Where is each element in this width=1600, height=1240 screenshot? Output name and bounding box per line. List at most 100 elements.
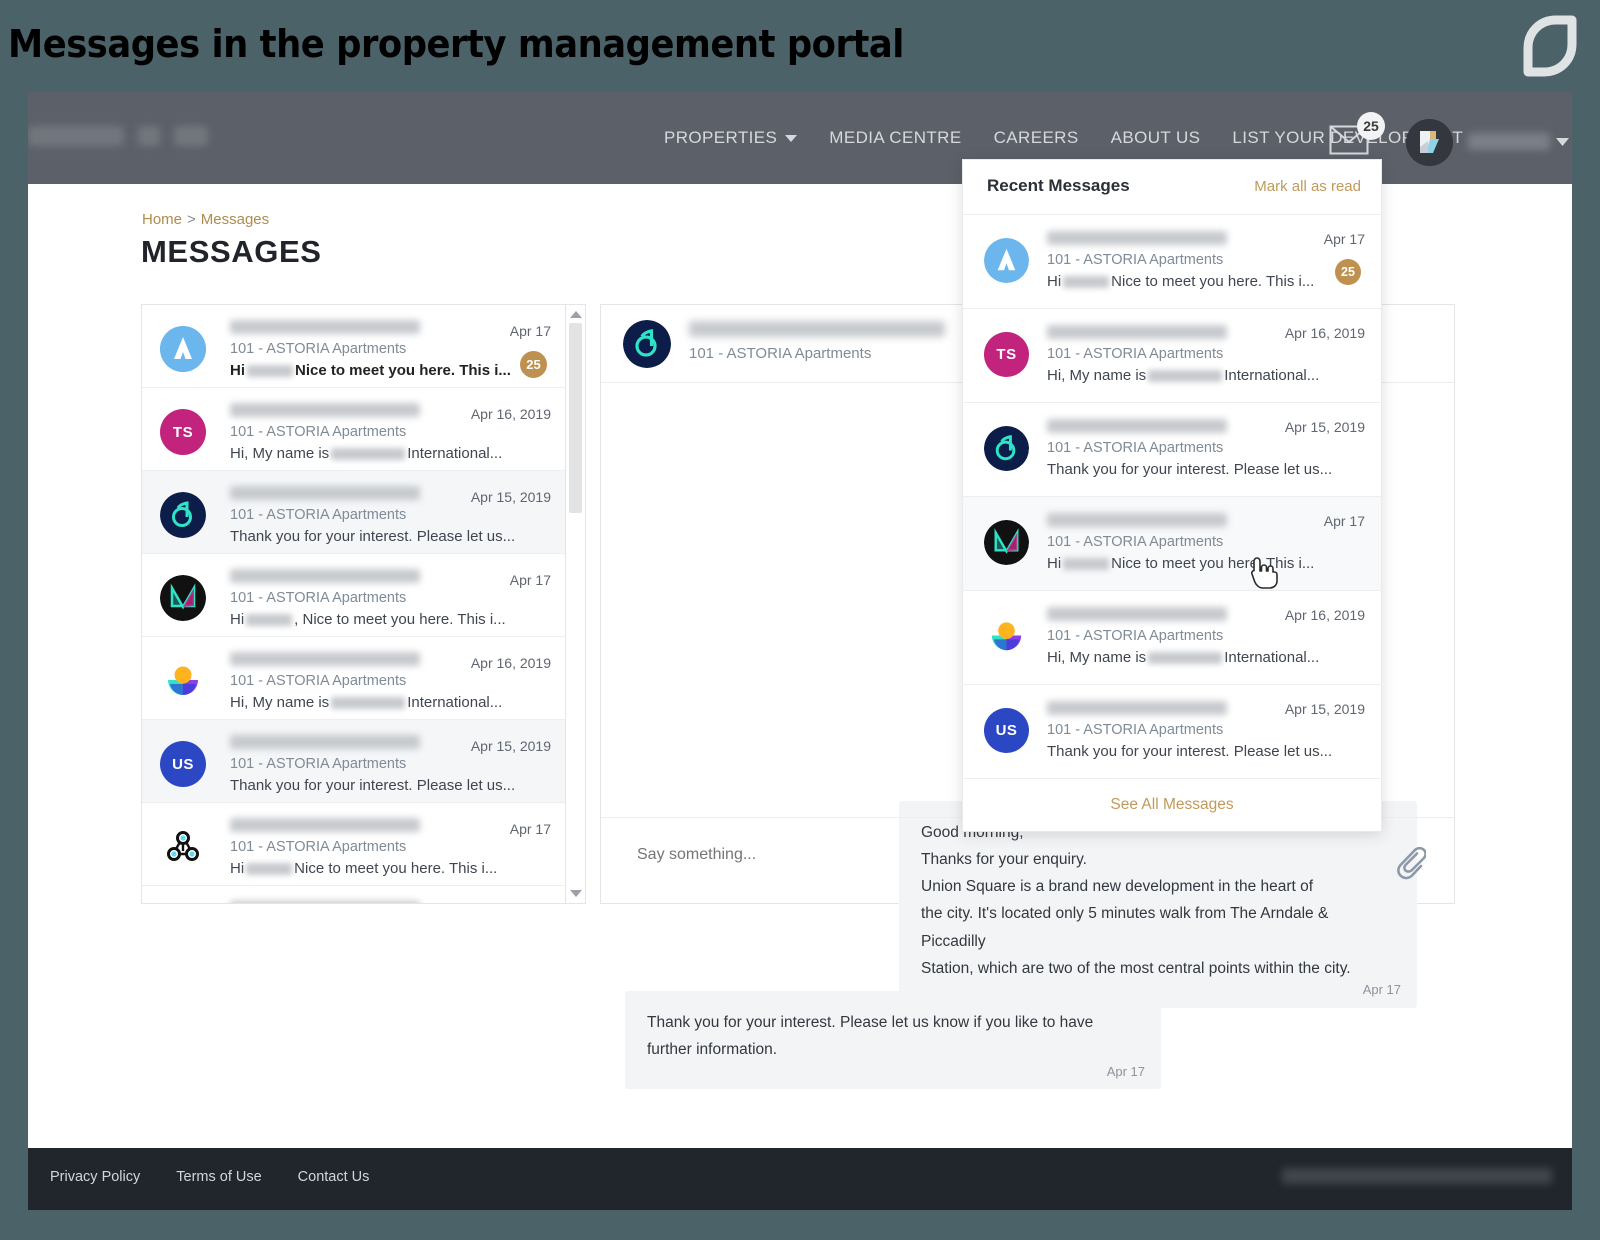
nav-item-about-us[interactable]: ABOUT US	[1095, 128, 1217, 148]
dropdown-title: Recent Messages	[987, 176, 1130, 195]
preview-suffix: Nice to meet you here. This i...	[294, 860, 498, 877]
dropdown-message-item[interactable]: 101 - ASTORIA Apartments Thank you for y…	[963, 403, 1381, 497]
message-preview: Hi, My name is International...	[1047, 367, 1319, 384]
breadcrumb-current[interactable]: Messages	[201, 211, 269, 228]
message-line: Station, which are two of the most centr…	[921, 959, 1351, 977]
redacted-name	[247, 365, 293, 378]
nav-item-properties[interactable]: PROPERTIES	[648, 128, 813, 148]
message-date: Apr 17	[509, 572, 551, 588]
leaf-logo-icon	[1523, 15, 1577, 77]
dropdown-message-item[interactable]: TS 101 - ASTORIA Apartments Hi, My name …	[963, 309, 1381, 403]
nav-item-careers[interactable]: CAREERS	[978, 128, 1095, 148]
footer-link-privacy-policy[interactable]: Privacy Policy	[50, 1169, 140, 1185]
sender-name	[1047, 701, 1227, 715]
message-subtitle: 101 - ASTORIA Apartments	[1047, 440, 1224, 456]
sender-name	[230, 735, 420, 749]
sender-name	[230, 320, 420, 334]
preview-suffix: Nice to meet you here. This i...	[1111, 273, 1315, 290]
portal-page: PROPERTIES MEDIA CENTRE CAREERS ABOUT US…	[28, 92, 1572, 1210]
paperclip-icon[interactable]	[1390, 842, 1426, 882]
message-content: 101 - ASTORIA Apartments Hi Nice to meet …	[230, 320, 551, 379]
message-date: Apr 17	[509, 323, 551, 339]
message-subtitle: 101 - ASTORIA Apartments	[230, 424, 407, 440]
message-preview: Thank you for your interest. Please let …	[1047, 461, 1333, 478]
message-list-item[interactable]: US 101 - ASTORIA Apartments Thank you fo…	[142, 720, 565, 803]
chevron-down-icon[interactable]	[1556, 138, 1569, 146]
nav-item-media-centre[interactable]: MEDIA CENTRE	[813, 128, 977, 148]
message-list-item[interactable]: 101 - ASTORIA Apartments Hi Nice to meet …	[142, 803, 565, 886]
dropdown-message-item[interactable]: US 101 - ASTORIA Apartments Thank you fo…	[963, 685, 1381, 779]
redacted-name	[246, 614, 293, 627]
redacted-name	[331, 697, 406, 710]
nav-label: PROPERTIES	[664, 128, 778, 147]
page-title: MESSAGES	[141, 234, 322, 269]
footer-link-contact-us[interactable]: Contact Us	[298, 1169, 370, 1185]
avatar-initials-text: TS	[172, 423, 194, 441]
message-preview: Hi, My name is International...	[1047, 649, 1319, 666]
mark-all-as-read-button[interactable]: Mark all as read	[1254, 178, 1361, 195]
redacted-name	[331, 448, 406, 461]
scroll-up-arrow-icon[interactable]	[570, 311, 582, 318]
avatar-initials-text: TS	[996, 346, 1017, 363]
preview-suffix: International...	[407, 445, 503, 462]
message-list-scrollbar[interactable]	[566, 304, 586, 904]
message-date: Apr 16, 2019	[1284, 607, 1365, 623]
preview-prefix: Hi	[230, 860, 245, 877]
brand-word-2	[138, 126, 160, 146]
footer-copyright	[1282, 1168, 1552, 1184]
message-subtitle: 101 - ASTORIA Apartments	[230, 839, 407, 855]
message-input[interactable]	[637, 846, 1337, 864]
message-list-item[interactable]: 101 - ASTORIA Apartments Hi , Nice to mee…	[142, 554, 565, 637]
dropdown-message-item[interactable]: 101 - ASTORIA Apartments Hi, My name is I…	[963, 591, 1381, 685]
sender-name	[230, 652, 420, 666]
screenshot-banner: Messages in the property management port…	[0, 0, 1600, 92]
avatar-logo-m-icon	[160, 575, 206, 621]
avatar-logo-sun-icon	[160, 658, 206, 704]
message-list-item[interactable]: 101 - ASTORIA Apartments Hi Nice to meet …	[142, 305, 565, 388]
scrollbar-thumb[interactable]	[569, 323, 582, 513]
message-list[interactable]: 101 - ASTORIA Apartments Hi Nice to meet …	[141, 304, 566, 904]
message-content: 101 - ASTORIA Apartments Hi, My name isI…	[230, 901, 551, 903]
message-list-item[interactable]: TS 101 - ASTORIA Apartments Hi, My name …	[142, 886, 565, 903]
unread-badge: 25	[1357, 112, 1385, 140]
dropdown-message-item[interactable]: 101 - ASTORIA Apartments Hi Nice to meet …	[963, 497, 1381, 591]
dropdown-message-item[interactable]: 101 - ASTORIA Apartments Hi Nice to meet …	[963, 215, 1381, 309]
message-date: Apr 17	[1323, 513, 1365, 529]
message-preview: Hi Nice to meet you here. This i...	[1047, 555, 1314, 572]
footer-link-terms-of-use[interactable]: Terms of Use	[176, 1169, 261, 1185]
redacted-name	[1148, 370, 1223, 383]
message-subtitle: 101 - ASTORIA Apartments	[230, 341, 407, 357]
message-subtitle: 101 - ASTORIA Apartments	[230, 590, 407, 606]
sender-name	[230, 403, 420, 417]
message-date: Apr 17	[509, 821, 551, 837]
avatar-logo-a-icon	[160, 326, 206, 372]
breadcrumb-home[interactable]: Home	[142, 211, 182, 228]
message-subtitle: 101 - ASTORIA Apartments	[1047, 722, 1224, 738]
site-logo[interactable]	[28, 120, 238, 152]
message-list-item[interactable]: 101 - ASTORIA Apartments Thank you for y…	[142, 471, 565, 554]
sender-name	[230, 818, 420, 832]
user-name-label	[1468, 133, 1550, 150]
scroll-down-arrow-icon[interactable]	[570, 890, 582, 897]
preview-prefix: Hi, My name is	[1047, 367, 1147, 384]
breadcrumb: Home > Messages	[142, 211, 269, 228]
see-all-messages-link[interactable]: See All Messages	[963, 779, 1381, 831]
message-preview: Hi Nice to meet you here. This i...	[230, 362, 511, 379]
avatar-initials-text: US	[172, 755, 194, 773]
avatar-logo-sun-icon	[984, 614, 1029, 659]
message-subtitle: 101 - ASTORIA Apartments	[1047, 534, 1224, 550]
messages-button[interactable]: 25	[1329, 112, 1385, 162]
message-date: Apr 15, 2019	[470, 489, 551, 505]
message-preview: Thank you for your interest. Please let …	[230, 528, 516, 545]
user-avatar-icon[interactable]	[1406, 119, 1453, 166]
message-list-item[interactable]: TS 101 - ASTORIA Apartments Hi, My name …	[142, 388, 565, 471]
footer-links: Privacy Policy Terms of Use Contact Us	[50, 1169, 369, 1185]
message-date: Apr 16, 2019	[1284, 325, 1365, 341]
message-list-item[interactable]: 101 - ASTORIA Apartments Hi, My name is I…	[142, 637, 565, 720]
avatar-logo-m-icon	[984, 520, 1029, 565]
redacted-name	[1063, 558, 1110, 571]
recent-messages-dropdown: Recent Messages Mark all as read 101 - A…	[962, 159, 1382, 832]
avatar-initials: US	[984, 708, 1029, 753]
message-line: the city. It's located only 5 minutes wa…	[921, 905, 1329, 950]
avatar-logo-a-icon	[984, 238, 1029, 283]
